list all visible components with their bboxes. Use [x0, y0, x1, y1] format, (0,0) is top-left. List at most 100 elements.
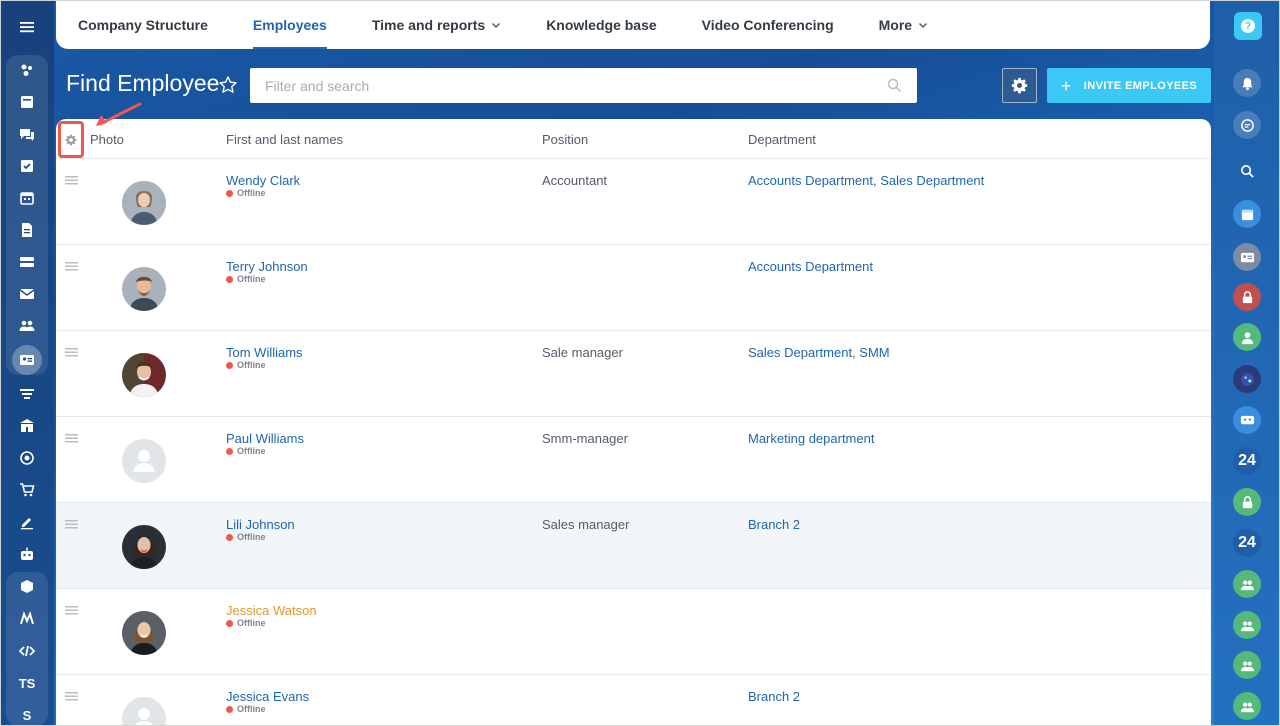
- avatar[interactable]: [122, 267, 166, 311]
- employee-department-link[interactable]: Marketing department: [748, 431, 874, 446]
- locked-chat[interactable]: [1233, 283, 1261, 311]
- search-icon[interactable]: [887, 78, 902, 93]
- users-icon: [1240, 701, 1254, 712]
- search-input[interactable]: [250, 68, 917, 103]
- chat-button[interactable]: [1233, 111, 1261, 139]
- table-row[interactable]: Tom Williams Offline Sale manager Sales …: [56, 331, 1211, 417]
- employee-department-link[interactable]: Accounts Department, Sales Department: [748, 173, 984, 188]
- sites-icon[interactable]: [8, 604, 46, 634]
- status-text: Offline: [237, 188, 266, 198]
- employee-name-link[interactable]: Terry Johnson: [226, 259, 308, 274]
- mail-icon[interactable]: [8, 279, 46, 309]
- column-settings-button[interactable]: [58, 121, 84, 158]
- avatar[interactable]: [122, 181, 166, 225]
- employee-department-link[interactable]: Branch 2: [748, 517, 800, 532]
- offline-dot: [226, 189, 233, 197]
- table-row[interactable]: Paul Williams Offline Smm-manager Market…: [56, 417, 1211, 503]
- avatar[interactable]: [122, 353, 166, 397]
- sidebar-item-ts[interactable]: TS: [8, 668, 46, 698]
- employee-name-link[interactable]: Jessica Evans: [226, 689, 309, 704]
- tab-video-conferencing[interactable]: Video Conferencing: [702, 0, 834, 49]
- lock-icon: [1242, 290, 1252, 303]
- tab-time-and-reports[interactable]: Time and reports: [372, 0, 501, 49]
- table-row[interactable]: Jessica Evans Offline Branch 2: [56, 675, 1211, 726]
- column-header-name[interactable]: First and last names: [226, 132, 343, 147]
- chat-icon[interactable]: [8, 119, 46, 149]
- card-contact[interactable]: [1233, 243, 1261, 271]
- employee-name-link[interactable]: Tom Williams: [226, 345, 303, 360]
- employee-name-link[interactable]: Jessica Watson: [226, 603, 317, 618]
- employee-department-link[interactable]: Accounts Department: [748, 259, 873, 274]
- drag-handle-icon[interactable]: [65, 520, 78, 529]
- tab-label: Knowledge base: [546, 16, 657, 33]
- bitrix24-chat[interactable]: 24: [1233, 447, 1261, 475]
- table-row[interactable]: Wendy Clark Offline Accountant Accounts …: [56, 159, 1211, 245]
- crm-icon[interactable]: [8, 379, 46, 409]
- drag-handle-icon[interactable]: [65, 692, 78, 701]
- marketing-icon[interactable]: [8, 443, 46, 473]
- group-chat[interactable]: [1233, 406, 1261, 434]
- drag-handle-icon[interactable]: [65, 262, 78, 271]
- avatar[interactable]: [122, 611, 166, 655]
- group-contact-4[interactable]: [1233, 692, 1261, 720]
- calendar-icon[interactable]: [8, 183, 46, 213]
- employee-department-link[interactable]: Branch 2: [748, 689, 800, 704]
- tab-knowledge-base[interactable]: Knowledge base: [546, 0, 656, 49]
- bitrix24-chat-2[interactable]: 24: [1233, 529, 1261, 557]
- user-contact[interactable]: [1233, 323, 1261, 351]
- lock-icon: [1242, 495, 1252, 508]
- employee-name-link[interactable]: Lili Johnson: [226, 517, 295, 532]
- sidebar-item-s[interactable]: S: [8, 700, 46, 726]
- star-icon[interactable]: [218, 75, 238, 95]
- drive-icon[interactable]: [8, 247, 46, 277]
- documents-icon[interactable]: [8, 215, 46, 245]
- column-header-position[interactable]: Position: [542, 132, 588, 147]
- avatar-placeholder[interactable]: [122, 439, 166, 483]
- tab-employees[interactable]: Employees: [252, 0, 327, 49]
- drag-handle-icon[interactable]: [65, 348, 78, 357]
- table-row[interactable]: Jessica Watson Offline: [56, 589, 1211, 675]
- avatar-placeholder[interactable]: [122, 697, 166, 726]
- bell-icon: [1241, 77, 1253, 90]
- employee-department-link[interactable]: Sales Department, SMM: [748, 345, 890, 360]
- settings-button[interactable]: [1002, 68, 1037, 103]
- menu-icon[interactable]: [8, 12, 46, 42]
- avatar[interactable]: [122, 525, 166, 569]
- search-button[interactable]: [1233, 157, 1261, 185]
- column-header-photo[interactable]: Photo: [90, 132, 124, 147]
- group-contact-2[interactable]: [1233, 611, 1261, 639]
- group-contact-1[interactable]: [1233, 570, 1261, 598]
- sign-icon[interactable]: [8, 507, 46, 537]
- employee-name-link[interactable]: Paul Williams: [226, 431, 304, 446]
- table-row[interactable]: Terry Johnson Offline Accounts Departmen…: [56, 245, 1211, 331]
- company-icon[interactable]: [8, 411, 46, 441]
- tab-company-structure[interactable]: Company Structure: [78, 0, 208, 49]
- employee-name-link[interactable]: Wendy Clark: [226, 173, 300, 188]
- calendar-contact[interactable]: [1233, 200, 1261, 228]
- news-icon[interactable]: [8, 87, 46, 117]
- developer-icon[interactable]: [8, 636, 46, 666]
- help-button[interactable]: ?: [1234, 12, 1262, 40]
- image-avatar-icon: [1240, 372, 1254, 386]
- tasks-icon[interactable]: [8, 151, 46, 181]
- status-indicator: Offline: [226, 360, 266, 370]
- group-contact-3[interactable]: [1233, 651, 1261, 679]
- locked-group[interactable]: [1233, 488, 1261, 516]
- image-contact[interactable]: [1233, 365, 1261, 393]
- workgroups-icon[interactable]: [8, 311, 46, 341]
- feed-icon[interactable]: [8, 55, 46, 85]
- notifications-button[interactable]: [1233, 69, 1261, 97]
- drag-handle-icon[interactable]: [65, 606, 78, 615]
- drag-handle-icon[interactable]: [65, 434, 78, 443]
- employees-icon[interactable]: [12, 345, 42, 375]
- invite-employees-button[interactable]: + INVITE EMPLOYEES: [1047, 68, 1211, 103]
- automation-icon[interactable]: [8, 539, 46, 569]
- grid-header: Photo First and last names Position Depa…: [56, 119, 1211, 159]
- status-indicator: Offline: [226, 532, 266, 542]
- column-header-department[interactable]: Department: [748, 132, 816, 147]
- tab-more[interactable]: More: [879, 0, 928, 49]
- table-row[interactable]: Lili Johnson Offline Sales manager Branc…: [56, 503, 1211, 589]
- market-icon[interactable]: [8, 572, 46, 602]
- shop-icon[interactable]: [8, 475, 46, 505]
- drag-handle-icon[interactable]: [65, 176, 78, 185]
